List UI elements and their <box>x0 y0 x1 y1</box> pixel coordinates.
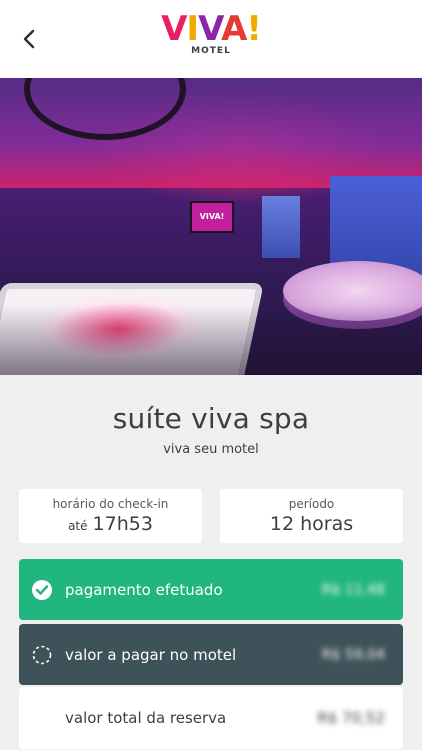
photo-tv-logo: VIVA! <box>199 212 225 221</box>
suite-subtitle: viva seu motel <box>163 442 259 457</box>
reservation-total-row: valor total da reserva R$ 70,52 <box>19 687 403 749</box>
photo-tv: VIVA! <box>190 201 234 233</box>
payment-due-label: valor a pagar no motel <box>65 645 237 664</box>
photo-floor <box>0 305 422 375</box>
period-value: 12 horas <box>269 513 354 535</box>
reservation-total-label: valor total da reserva <box>65 709 227 727</box>
top-bar: VIVA! MOTEL <box>0 0 422 78</box>
payment-due-amount: R$ 59,04 <box>321 646 385 663</box>
period-label: período <box>288 497 335 511</box>
reservation-total-amount: R$ 70,52 <box>317 709 385 727</box>
photo-window <box>262 196 300 258</box>
check-circle-icon <box>19 579 65 600</box>
suite-title: suíte viva spa <box>112 402 310 435</box>
viva-motel-logo: VIVA! MOTEL <box>0 10 422 56</box>
checkin-card: horário do check-in até 17h53 <box>19 489 202 543</box>
checkin-prefix: até <box>68 519 88 533</box>
payment-done-row: pagamento efetuado R$ 11,48 <box>19 559 403 620</box>
payment-done-label: pagamento efetuado <box>65 580 223 599</box>
period-card: período 12 horas <box>220 489 403 543</box>
checkin-time: 17h53 <box>92 513 153 535</box>
checkin-label: horário do check-in <box>52 497 169 511</box>
checkin-value: até 17h53 <box>19 513 202 535</box>
logo-subtitle: MOTEL <box>191 46 231 56</box>
suite-photo: VIVA! <box>0 78 422 375</box>
payment-done-amount: R$ 11,48 <box>321 581 385 598</box>
logo-word: VIVA! <box>161 9 262 49</box>
pending-circle-icon <box>19 645 65 665</box>
payment-due-row: valor a pagar no motel R$ 59,04 <box>19 624 403 685</box>
